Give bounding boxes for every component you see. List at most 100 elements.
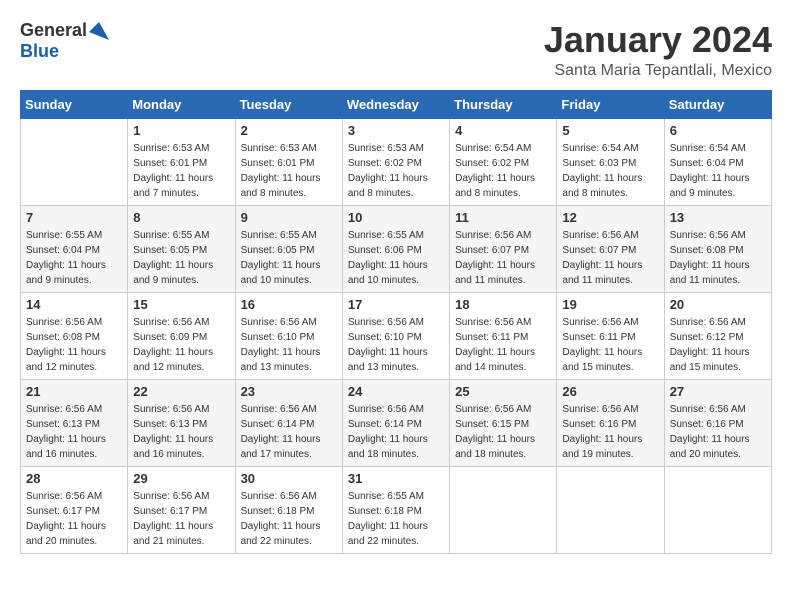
calendar-cell: 6 Sunrise: 6:54 AMSunset: 6:04 PMDaylight…: [664, 118, 771, 205]
calendar-cell: [557, 466, 664, 553]
day-info: Sunrise: 6:56 AMSunset: 6:15 PMDaylight:…: [455, 402, 551, 462]
calendar-cell: 20 Sunrise: 6:56 AMSunset: 6:12 PMDayligh…: [664, 292, 771, 379]
day-number: 24: [348, 384, 444, 399]
day-info: Sunrise: 6:56 AMSunset: 6:10 PMDaylight:…: [348, 315, 444, 375]
day-number: 13: [670, 210, 766, 225]
calendar-cell: 11Sunrise: 6:56 AMSunset: 6:07 PMDayligh…: [450, 205, 557, 292]
calendar-cell: 3 Sunrise: 6:53 AMSunset: 6:02 PMDaylight…: [342, 118, 449, 205]
day-header-friday: Friday: [557, 90, 664, 118]
day-info: Sunrise: 6:56 AMSunset: 6:07 PMDaylight:…: [562, 228, 658, 288]
day-number: 25: [455, 384, 551, 399]
calendar-cell: 31Sunrise: 6:55 AMSunset: 6:18 PMDayligh…: [342, 466, 449, 553]
page-header: General Blue January 2024 Santa Maria Te…: [20, 20, 772, 80]
day-number: 16: [241, 297, 337, 312]
day-number: 1: [133, 123, 229, 138]
day-info: Sunrise: 6:56 AMSunset: 6:08 PMDaylight:…: [26, 315, 122, 375]
day-info: Sunrise: 6:56 AMSunset: 6:09 PMDaylight:…: [133, 315, 229, 375]
day-number: 5: [562, 123, 658, 138]
logo-bird-icon: [89, 22, 109, 40]
day-header-thursday: Thursday: [450, 90, 557, 118]
calendar-cell: 13 Sunrise: 6:56 AMSunset: 6:08 PMDayligh…: [664, 205, 771, 292]
calendar-header-row: SundayMondayTuesdayWednesdayThursdayFrid…: [21, 90, 772, 118]
day-number: 28: [26, 471, 122, 486]
day-info: Sunrise: 6:54 AMSunset: 6:03 PMDaylight:…: [562, 141, 658, 201]
day-number: 7: [26, 210, 122, 225]
title-section: January 2024 Santa Maria Tepantlali, Mex…: [544, 20, 772, 80]
day-number: 26: [562, 384, 658, 399]
logo-general-text: General: [20, 20, 87, 41]
day-info: Sunrise: 6:53 AMSunset: 6:01 PMDaylight:…: [241, 141, 337, 201]
calendar-cell: 5 Sunrise: 6:54 AMSunset: 6:03 PMDaylight…: [557, 118, 664, 205]
day-info: Sunrise: 6:56 AMSunset: 6:13 PMDaylight:…: [133, 402, 229, 462]
day-info: Sunrise: 6:56 AMSunset: 6:17 PMDaylight:…: [26, 489, 122, 549]
day-number: 17: [348, 297, 444, 312]
calendar-cell: 24Sunrise: 6:56 AMSunset: 6:14 PMDayligh…: [342, 379, 449, 466]
day-number: 4: [455, 123, 551, 138]
day-number: 14: [26, 297, 122, 312]
calendar-cell: 29 Sunrise: 6:56 AMSunset: 6:17 PMDayligh…: [128, 466, 235, 553]
logo: General Blue: [20, 20, 109, 62]
calendar-cell: 21Sunrise: 6:56 AMSunset: 6:13 PMDayligh…: [21, 379, 128, 466]
day-info: Sunrise: 6:54 AMSunset: 6:02 PMDaylight:…: [455, 141, 551, 201]
day-header-tuesday: Tuesday: [235, 90, 342, 118]
calendar-cell: 2 Sunrise: 6:53 AMSunset: 6:01 PMDaylight…: [235, 118, 342, 205]
calendar-week-2: 7Sunrise: 6:55 AMSunset: 6:04 PMDaylight…: [21, 205, 772, 292]
calendar-cell: [664, 466, 771, 553]
calendar-cell: 15 Sunrise: 6:56 AMSunset: 6:09 PMDayligh…: [128, 292, 235, 379]
calendar-cell: 23 Sunrise: 6:56 AMSunset: 6:14 PMDayligh…: [235, 379, 342, 466]
day-info: Sunrise: 6:56 AMSunset: 6:10 PMDaylight:…: [241, 315, 337, 375]
day-info: Sunrise: 6:55 AMSunset: 6:06 PMDaylight:…: [348, 228, 444, 288]
day-info: Sunrise: 6:56 AMSunset: 6:18 PMDaylight:…: [241, 489, 337, 549]
calendar-cell: 27 Sunrise: 6:56 AMSunset: 6:16 PMDayligh…: [664, 379, 771, 466]
calendar-cell: 30Sunrise: 6:56 AMSunset: 6:18 PMDayligh…: [235, 466, 342, 553]
calendar-cell: 28 Sunrise: 6:56 AMSunset: 6:17 PMDayligh…: [21, 466, 128, 553]
day-number: 27: [670, 384, 766, 399]
day-info: Sunrise: 6:53 AMSunset: 6:02 PMDaylight:…: [348, 141, 444, 201]
calendar-week-1: 1 Sunrise: 6:53 AMSunset: 6:01 PMDaylight…: [21, 118, 772, 205]
day-number: 12: [562, 210, 658, 225]
month-title: January 2024: [544, 20, 772, 60]
calendar-cell: 17 Sunrise: 6:56 AMSunset: 6:10 PMDayligh…: [342, 292, 449, 379]
day-info: Sunrise: 6:56 AMSunset: 6:16 PMDaylight:…: [562, 402, 658, 462]
day-info: Sunrise: 6:55 AMSunset: 6:05 PMDaylight:…: [241, 228, 337, 288]
day-info: Sunrise: 6:56 AMSunset: 6:12 PMDaylight:…: [670, 315, 766, 375]
day-header-sunday: Sunday: [21, 90, 128, 118]
day-number: 29: [133, 471, 229, 486]
day-number: 21: [26, 384, 122, 399]
day-number: 31: [348, 471, 444, 486]
location-text: Santa Maria Tepantlali, Mexico: [544, 62, 772, 80]
calendar-cell: 7Sunrise: 6:55 AMSunset: 6:04 PMDaylight…: [21, 205, 128, 292]
day-info: Sunrise: 6:56 AMSunset: 6:11 PMDaylight:…: [562, 315, 658, 375]
day-number: 3: [348, 123, 444, 138]
calendar-cell: 4 Sunrise: 6:54 AMSunset: 6:02 PMDaylight…: [450, 118, 557, 205]
day-info: Sunrise: 6:56 AMSunset: 6:08 PMDaylight:…: [670, 228, 766, 288]
day-info: Sunrise: 6:56 AMSunset: 6:17 PMDaylight:…: [133, 489, 229, 549]
day-number: 8: [133, 210, 229, 225]
calendar-cell: 9Sunrise: 6:55 AMSunset: 6:05 PMDaylight…: [235, 205, 342, 292]
calendar-cell: 8Sunrise: 6:55 AMSunset: 6:05 PMDaylight…: [128, 205, 235, 292]
day-number: 20: [670, 297, 766, 312]
day-number: 6: [670, 123, 766, 138]
calendar-cell: 25 Sunrise: 6:56 AMSunset: 6:15 PMDayligh…: [450, 379, 557, 466]
day-info: Sunrise: 6:54 AMSunset: 6:04 PMDaylight:…: [670, 141, 766, 201]
day-header-wednesday: Wednesday: [342, 90, 449, 118]
day-number: 10: [348, 210, 444, 225]
day-info: Sunrise: 6:56 AMSunset: 6:16 PMDaylight:…: [670, 402, 766, 462]
calendar-cell: 22Sunrise: 6:56 AMSunset: 6:13 PMDayligh…: [128, 379, 235, 466]
calendar-cell: 19Sunrise: 6:56 AMSunset: 6:11 PMDayligh…: [557, 292, 664, 379]
day-number: 23: [241, 384, 337, 399]
calendar-week-5: 28 Sunrise: 6:56 AMSunset: 6:17 PMDayligh…: [21, 466, 772, 553]
calendar-week-3: 14 Sunrise: 6:56 AMSunset: 6:08 PMDayligh…: [21, 292, 772, 379]
calendar-cell: [21, 118, 128, 205]
calendar-cell: 18Sunrise: 6:56 AMSunset: 6:11 PMDayligh…: [450, 292, 557, 379]
day-number: 15: [133, 297, 229, 312]
day-info: Sunrise: 6:56 AMSunset: 6:11 PMDaylight:…: [455, 315, 551, 375]
logo-blue-text: Blue: [20, 41, 59, 62]
day-info: Sunrise: 6:56 AMSunset: 6:07 PMDaylight:…: [455, 228, 551, 288]
calendar-cell: 10 Sunrise: 6:55 AMSunset: 6:06 PMDayligh…: [342, 205, 449, 292]
day-info: Sunrise: 6:56 AMSunset: 6:14 PMDaylight:…: [241, 402, 337, 462]
calendar-table: SundayMondayTuesdayWednesdayThursdayFrid…: [20, 90, 772, 554]
calendar-week-4: 21 Sunrise: 6:56 AMSunset: 6:13 PMDayligh…: [21, 379, 772, 466]
day-number: 2: [241, 123, 337, 138]
calendar-cell: 14 Sunrise: 6:56 AMSunset: 6:08 PMDayligh…: [21, 292, 128, 379]
